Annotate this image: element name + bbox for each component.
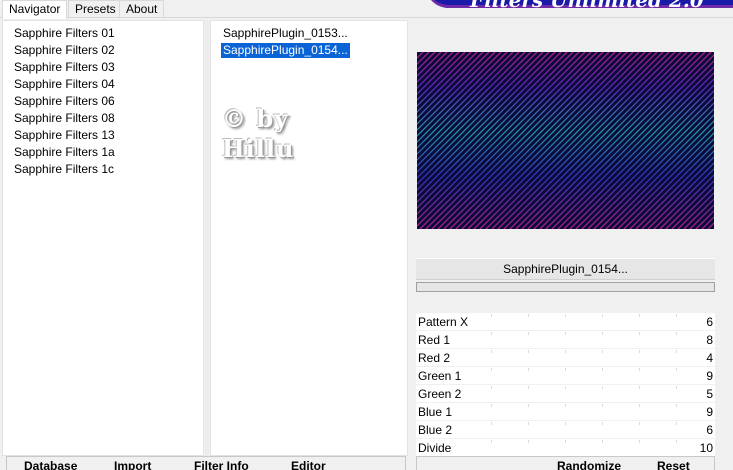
category-item[interactable]: Sapphire Filters 08 [14,111,115,126]
watermark-line-2: Hillu [222,134,295,163]
slider-ticks [491,332,695,335]
slider-ticks [491,422,695,425]
category-item[interactable]: Sapphire Filters 1a [14,145,115,160]
param-row-green-1[interactable]: Green 1 9 [416,367,715,385]
category-item[interactable]: Sapphire Filters 03 [14,60,115,75]
database-button[interactable]: Database [24,459,77,470]
param-label: Red 2 [418,351,451,365]
param-value: 9 [706,369,713,383]
filters-unlimited-logo: Filters Unlimited 2.0 [425,0,733,8]
import-button[interactable]: Import [114,459,151,470]
slider-ticks [491,350,695,353]
param-value: 5 [706,387,713,401]
filter-item[interactable]: SapphirePlugin_0153... [221,26,350,41]
filter-item-selected[interactable]: SapphirePlugin_0154... [220,42,351,59]
category-item[interactable]: Sapphire Filters 01 [14,26,115,41]
param-label: Blue 1 [418,405,453,419]
filter-info-button[interactable]: Filter Info [194,459,249,470]
editor-button[interactable]: Editor [291,459,326,470]
tab-navigator[interactable]: Navigator [2,0,68,19]
slider-ticks [491,404,695,407]
param-row-divide[interactable]: Divide 10 [416,439,715,457]
param-row-blue-2[interactable]: Blue 2 6 [416,421,715,439]
param-row-red-2[interactable]: Red 2 4 [416,349,715,367]
param-value: 8 [706,333,713,347]
category-item[interactable]: Sapphire Filters 13 [14,128,115,143]
param-label: Blue 2 [418,423,453,437]
param-label: Red 1 [418,333,451,347]
param-label: Green 1 [418,369,462,383]
progress-bar [416,282,715,292]
param-row-green-2[interactable]: Green 2 5 [416,385,715,403]
randomize-button[interactable]: Randomize [557,459,621,470]
filter-name-label: SapphirePlugin_0154... [416,258,715,280]
param-value: 10 [699,441,713,455]
watermark: © by Hillu [222,104,294,164]
tab-about[interactable]: About [119,0,165,18]
slider-ticks [491,440,695,443]
banner-title: Filters Unlimited 2.0 [470,0,704,8]
category-item[interactable]: Sapphire Filters 02 [14,43,115,58]
param-value: 4 [706,351,713,365]
param-row-blue-1[interactable]: Blue 1 9 [416,403,715,421]
panel-splitter[interactable] [205,20,209,456]
param-label: Divide [418,441,452,455]
param-label: Pattern X [418,315,469,329]
tab-divider [0,17,733,18]
param-value: 6 [706,423,713,437]
category-list[interactable]: Sapphire Filters 01 Sapphire Filters 02 … [2,20,204,456]
preview-pattern [417,52,714,229]
filter-list[interactable]: SapphirePlugin_0153... SapphirePlugin_01… [210,20,408,456]
reset-button[interactable]: Reset [657,459,690,470]
slider-ticks [491,314,695,317]
category-item[interactable]: Sapphire Filters 04 [14,77,115,92]
watermark-line-1: © by [222,104,290,133]
param-row-pattern-x[interactable]: Pattern X 6 [416,313,715,331]
preview-image [417,52,714,229]
param-label: Green 2 [418,387,462,401]
tab-bar: Navigator Presets About [0,0,400,19]
param-row-red-1[interactable]: Red 1 8 [416,331,715,349]
slider-ticks [491,386,695,389]
slider-ticks [491,368,695,371]
param-value: 6 [706,315,713,329]
category-item[interactable]: Sapphire Filters 06 [14,94,115,109]
category-item[interactable]: Sapphire Filters 1c [14,162,114,177]
param-value: 9 [706,405,713,419]
tab-presets[interactable]: Presets [68,0,123,18]
